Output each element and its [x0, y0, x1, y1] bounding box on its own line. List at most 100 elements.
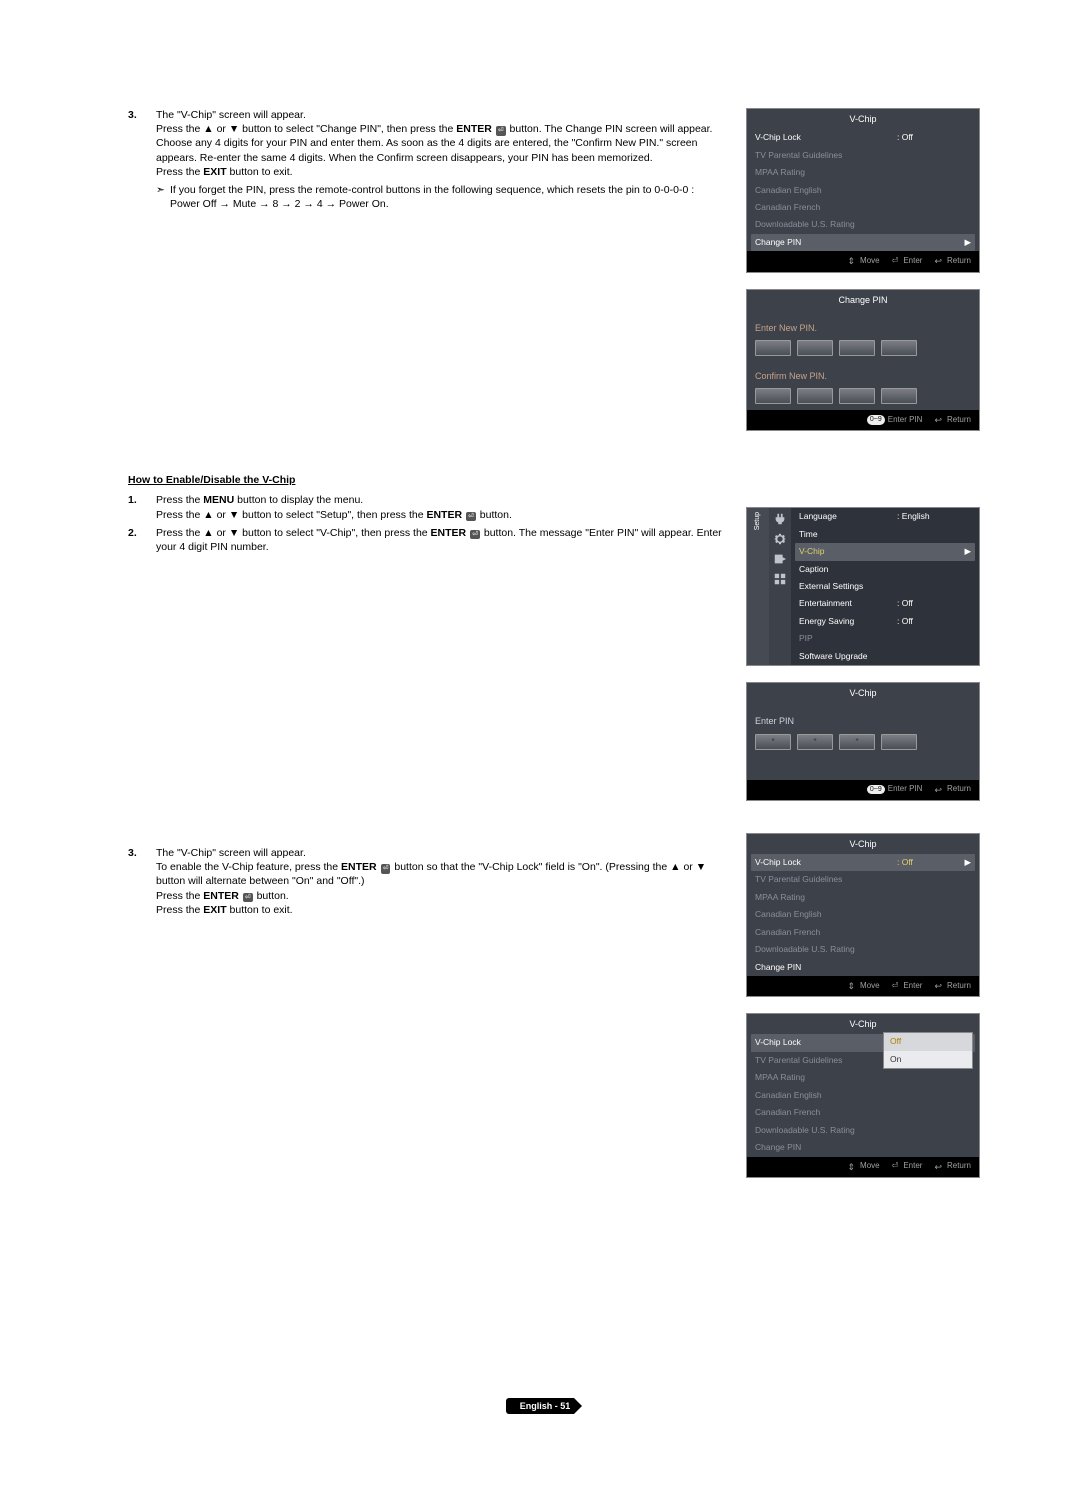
menu-label: TV Parental Guidelines [755, 1055, 897, 1066]
menu-label: V-Chip Lock [755, 857, 897, 868]
note-text: If you forget the PIN, press the remote-… [170, 183, 722, 211]
step-text: Press the MENU button to display the men… [156, 493, 722, 521]
pin-box[interactable] [755, 340, 791, 356]
dropdown-item[interactable]: Off [884, 1033, 972, 1050]
menu-item[interactable]: Change PIN ▶ [751, 234, 975, 251]
osd-vchip-lock: V-Chip V-Chip Lock: Off▶TV Parental Guid… [746, 833, 980, 998]
arrow-right-icon: ▶ [957, 237, 971, 248]
menu-label: Canadian French [755, 202, 897, 213]
step-number: 3. [128, 846, 156, 917]
menu-value: : English [897, 511, 957, 522]
menu-item[interactable]: Energy Saving: Off [791, 613, 979, 630]
menu-label: TV Parental Guidelines [755, 874, 897, 885]
osd-title: Change PIN [747, 290, 979, 310]
pin-box[interactable]: * [797, 734, 833, 750]
menu-label: MPAA Rating [755, 167, 897, 178]
menu-label: Canadian French [755, 927, 897, 938]
osd-footer: 0~9 Enter PIN Return [747, 410, 979, 430]
menu-item[interactable]: Time [791, 526, 979, 543]
osd-title: V-Chip [747, 683, 979, 703]
return-hint: Return [934, 784, 971, 796]
menu-label: Downloadable U.S. Rating [755, 219, 897, 230]
menu-item: Change PIN [747, 1139, 979, 1156]
pin-box[interactable]: * [839, 734, 875, 750]
arrow-right-icon: ▶ [957, 857, 971, 868]
menu-item[interactable]: V-Chip Lock: Off [747, 129, 979, 146]
menu-item[interactable]: Change PIN [747, 959, 979, 976]
menu-item[interactable]: V-Chip ▶ [795, 543, 975, 560]
menu-label: Downloadable U.S. Rating [755, 1125, 897, 1136]
menu-label: Canadian English [755, 909, 897, 920]
menu-item: Canadian French [747, 1104, 979, 1121]
menu-label: V-Chip [799, 546, 897, 557]
plug-icon [773, 512, 787, 526]
note: ➣ If you forget the PIN, press the remot… [156, 183, 722, 211]
pin-box[interactable] [797, 388, 833, 404]
pin-box[interactable] [755, 388, 791, 404]
osd-footer: Move Enter Return [747, 976, 979, 996]
pin-box[interactable] [797, 340, 833, 356]
menu-value: : Off [897, 857, 957, 868]
pin-boxes: * * * [755, 734, 971, 750]
dropdown-item[interactable]: On [884, 1051, 972, 1068]
pin-box[interactable] [839, 388, 875, 404]
setup-label: Setup [753, 512, 762, 530]
osd-list: V-Chip Lock: Off TV Parental Guidelines MP… [747, 129, 979, 251]
menu-label: Change PIN [755, 962, 897, 973]
enter-icon: ⏎ [496, 126, 506, 135]
setup-sidebar: Setup [747, 508, 769, 665]
onoff-dropdown[interactable]: OffOn [883, 1032, 973, 1069]
move-hint: Move [848, 255, 880, 267]
pin-box[interactable] [881, 340, 917, 356]
menu-item: MPAA Rating [747, 889, 979, 906]
arrow-right-icon: ▶ [957, 546, 971, 557]
menu-label: V-Chip Lock [755, 1037, 897, 1048]
menu-label: Time [799, 529, 897, 540]
section-change-pin: 3. The "V-Chip" screen will appear. Pres… [128, 108, 722, 211]
menu-label: Change PIN [755, 237, 897, 248]
pin-box[interactable] [881, 388, 917, 404]
menu-item: Canadian English [747, 182, 979, 199]
page-footer: English - 51 [0, 1398, 1080, 1414]
enter-icon: ⏎ [381, 864, 391, 873]
enter-hint: Enter [892, 1161, 923, 1173]
step-number: 1. [128, 493, 156, 521]
return-hint: Return [934, 414, 971, 426]
menu-value: : Off [897, 616, 957, 627]
menu-item[interactable]: Entertainment: Off [791, 595, 979, 612]
menu-label: TV Parental Guidelines [755, 150, 897, 161]
menu-item[interactable]: V-Chip Lock: Off▶ [751, 854, 975, 871]
osd-footer: 0~9 Enter PIN Return [747, 780, 979, 800]
menu-item: TV Parental Guidelines [747, 147, 979, 164]
osd-footer: Move Enter Return [747, 251, 979, 271]
menu-item[interactable]: Caption [791, 561, 979, 578]
enter-icon: ⏎ [466, 512, 476, 521]
return-hint: Return [934, 255, 971, 267]
osd-enter-pin: V-Chip Enter PIN *** 0~9 Enter PIN Retur… [746, 682, 980, 800]
menu-item: Canadian English [747, 1087, 979, 1104]
pin-box[interactable] [881, 734, 917, 750]
menu-item: Downloadable U.S. Rating [747, 941, 979, 958]
note-bullet-icon: ➣ [156, 183, 170, 211]
menu-item[interactable]: External Settings [791, 578, 979, 595]
pin-box[interactable] [839, 340, 875, 356]
enter-pin-hint: 0~9 Enter PIN [867, 784, 923, 796]
enter-hint: Enter [892, 255, 923, 267]
enter-new-pin-label: Enter New PIN. [755, 322, 971, 334]
menu-item[interactable]: Language: English [791, 508, 979, 525]
menu-item: PIP [791, 630, 979, 647]
instructions-column: 3. The "V-Chip" screen will appear. Pres… [128, 108, 722, 1194]
input-icon [773, 552, 787, 566]
menu-item: Canadian French [747, 924, 979, 941]
menu-label: MPAA Rating [755, 1072, 897, 1083]
menu-label: Language [799, 511, 897, 522]
menu-item: Downloadable U.S. Rating [747, 216, 979, 233]
step-number: 2. [128, 526, 156, 554]
enter-icon: ⏎ [243, 893, 253, 902]
menu-item[interactable]: Software Upgrade [791, 648, 979, 665]
menu-item: MPAA Rating [747, 1069, 979, 1086]
pin-box[interactable]: * [755, 734, 791, 750]
return-hint: Return [934, 1161, 971, 1173]
osd-vchip-changepin: V-Chip V-Chip Lock: OffTV Parental Guide… [746, 108, 980, 273]
menu-item: Canadian French [747, 199, 979, 216]
